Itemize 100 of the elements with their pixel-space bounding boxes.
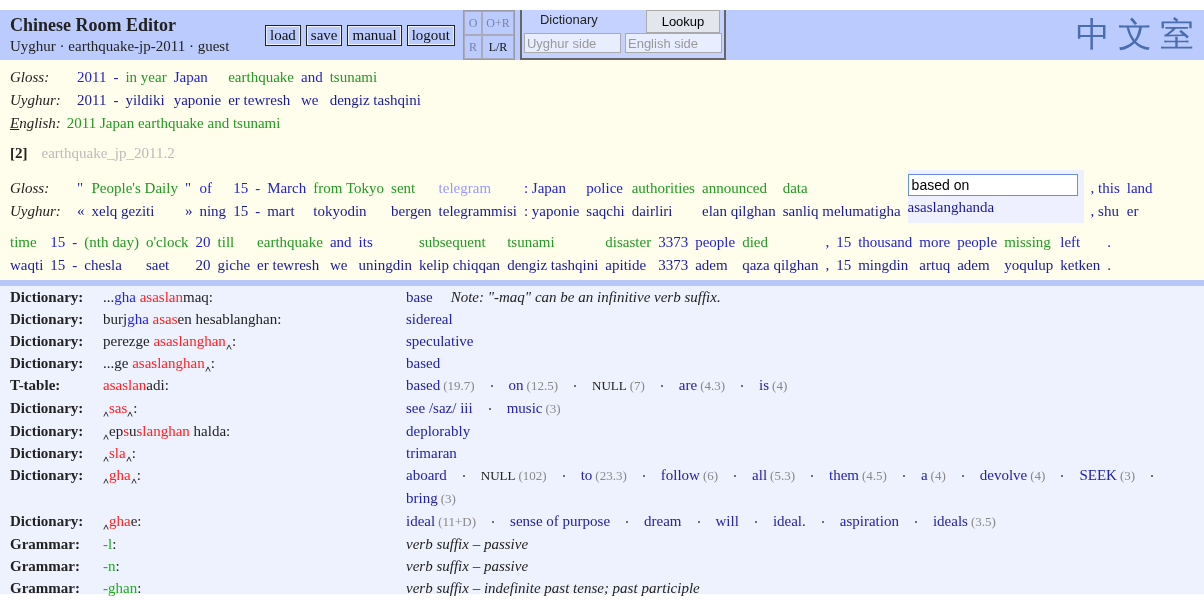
uyghur-word[interactable]: giche	[217, 254, 251, 277]
gloss-word[interactable]: March	[267, 177, 307, 200]
toolbar-button[interactable]: manual	[347, 24, 402, 46]
gloss-word[interactable]: o'clock	[145, 231, 189, 254]
uyghur-word[interactable]: dengiz tashqini	[329, 89, 421, 112]
translation-link[interactable]: music	[506, 400, 543, 416]
translation-link[interactable]: ideal.	[772, 513, 806, 529]
gloss-word[interactable]: authorities	[631, 177, 695, 200]
gloss-word[interactable]: 2011	[77, 66, 107, 89]
uyghur-word[interactable]: elan qilghan	[701, 200, 776, 223]
gloss-word[interactable]: 3373	[658, 231, 689, 254]
uyghur-word[interactable]: , shu	[1090, 200, 1120, 223]
uyghur-word[interactable]: er tewresh	[228, 89, 294, 112]
translation-link[interactable]: sidereal	[406, 311, 453, 327]
gloss-word[interactable]: "	[184, 177, 193, 200]
translation-link[interactable]: trimaran	[406, 445, 457, 461]
translation-link[interactable]: aboard	[406, 467, 447, 483]
gloss-word[interactable]: 20	[195, 231, 211, 254]
gloss-word[interactable]: earthquake	[228, 66, 294, 89]
gloss-word[interactable]: announced	[701, 177, 776, 200]
uyghur-word[interactable]: mingdin	[858, 254, 913, 277]
toolbar-button[interactable]: save	[305, 24, 343, 46]
uyghur-word[interactable]: we	[329, 254, 352, 277]
translation-link[interactable]: aspiration	[839, 513, 899, 529]
uyghur-word[interactable]: yoqulup	[1004, 254, 1054, 277]
gloss-word[interactable]: thousand	[858, 231, 913, 254]
toolbar-button[interactable]: logout	[406, 24, 455, 46]
mode-toggle[interactable]: L/R	[482, 35, 514, 59]
uyghur-word[interactable]: bergen	[391, 200, 432, 223]
uyghur-word[interactable]: adem	[957, 254, 998, 277]
gloss-word[interactable]: -	[113, 66, 119, 89]
uyghur-word[interactable]: -	[72, 254, 78, 277]
uyghur-word[interactable]: 3373	[658, 254, 689, 277]
gloss-word[interactable]: of	[199, 177, 227, 200]
gloss-word[interactable]: and	[300, 66, 323, 89]
uyghur-word[interactable]: -	[255, 200, 261, 223]
uyghur-word[interactable]: saqchi	[586, 200, 625, 223]
uyghur-word[interactable]: asaslanghanda	[907, 196, 1078, 219]
translation-link[interactable]: a	[920, 467, 928, 483]
uyghur-word[interactable]: artuq	[919, 254, 951, 277]
uyghur-word[interactable]: ning	[199, 200, 227, 223]
uyghur-word[interactable]: qaza qilghan	[742, 254, 819, 277]
gloss-word[interactable]: , this	[1090, 177, 1120, 200]
uyghur-word[interactable]: ,	[825, 254, 830, 277]
gloss-word[interactable]: people	[957, 231, 998, 254]
gloss-word[interactable]: died	[742, 231, 819, 254]
gloss-word[interactable]: data	[782, 177, 901, 200]
uyghur-word[interactable]: 15	[233, 200, 249, 223]
gloss-word[interactable]: land	[1126, 177, 1153, 200]
uyghur-word[interactable]: yildiki	[125, 89, 167, 112]
uyghur-word[interactable]: uningdin	[358, 254, 412, 277]
uyghur-word[interactable]: adem	[695, 254, 736, 277]
translation-link[interactable]: sense of purpose	[510, 513, 611, 529]
translation-link[interactable]: NULL	[480, 468, 516, 483]
gloss-word[interactable]: in year	[125, 66, 167, 89]
translation-link[interactable]: speculative	[406, 333, 474, 349]
uyghur-word[interactable]: sanliq melumatigha	[782, 200, 901, 223]
uyghur-word[interactable]: yaponie	[173, 89, 222, 112]
translation-link[interactable]: based	[406, 355, 441, 371]
translation-link[interactable]: see /saz/ iii	[406, 400, 473, 416]
uyghur-word[interactable]: er tewresh	[257, 254, 323, 277]
english-search-field[interactable]: English side	[625, 33, 722, 53]
gloss-word[interactable]: earthquake	[257, 231, 323, 254]
gloss-word[interactable]: disaster	[605, 231, 652, 254]
uyghur-word[interactable]: 15	[836, 254, 852, 277]
translation-link[interactable]: them	[829, 467, 859, 483]
uyghur-word[interactable]: dairliri	[631, 200, 695, 223]
uyghur-word[interactable]: .	[1107, 254, 1112, 277]
gloss-word[interactable]: left	[1060, 231, 1101, 254]
gloss-word[interactable]: and	[329, 231, 352, 254]
gloss-word[interactable]: its	[358, 231, 412, 254]
gloss-word[interactable]: "	[77, 177, 85, 200]
gloss-word[interactable]: time	[10, 231, 44, 254]
uyghur-word[interactable]: mart	[267, 200, 307, 223]
uyghur-word[interactable]: »	[184, 200, 193, 223]
gloss-word[interactable]: more	[919, 231, 951, 254]
translation-link[interactable]: on	[508, 377, 524, 393]
uyghur-word[interactable]: 20	[195, 254, 211, 277]
lookup-button[interactable]: Lookup	[646, 10, 720, 33]
gloss-word[interactable]: : Japan	[523, 177, 580, 200]
gloss-word[interactable]: till	[217, 231, 251, 254]
translation-link[interactable]: ideals	[932, 513, 968, 529]
translation-link[interactable]: deplorably	[406, 423, 471, 439]
uyghur-word[interactable]: apitide	[605, 254, 652, 277]
uyghur-word[interactable]: chesla	[84, 254, 139, 277]
translation-link[interactable]: bring	[406, 490, 438, 506]
uyghur-word[interactable]: we	[300, 89, 323, 112]
translation-link[interactable]: will	[715, 513, 739, 529]
translation-link[interactable]: all	[752, 467, 768, 483]
gloss-word[interactable]: people	[695, 231, 736, 254]
gloss-word[interactable]: 15	[50, 231, 66, 254]
dictionary-tab[interactable]: Dictionary	[522, 10, 598, 33]
translation-link[interactable]: follow	[660, 467, 700, 483]
uyghur-word[interactable]: «	[77, 200, 85, 223]
translation-link[interactable]: NULL	[592, 378, 627, 393]
translation-link[interactable]: SEEK	[1079, 467, 1117, 483]
gloss-word[interactable]: tsunami	[507, 231, 599, 254]
translation-link[interactable]: devolve	[979, 467, 1028, 483]
gloss-word[interactable]: People's Daily	[91, 177, 178, 200]
gloss-word[interactable]: (nth day)	[84, 231, 139, 254]
